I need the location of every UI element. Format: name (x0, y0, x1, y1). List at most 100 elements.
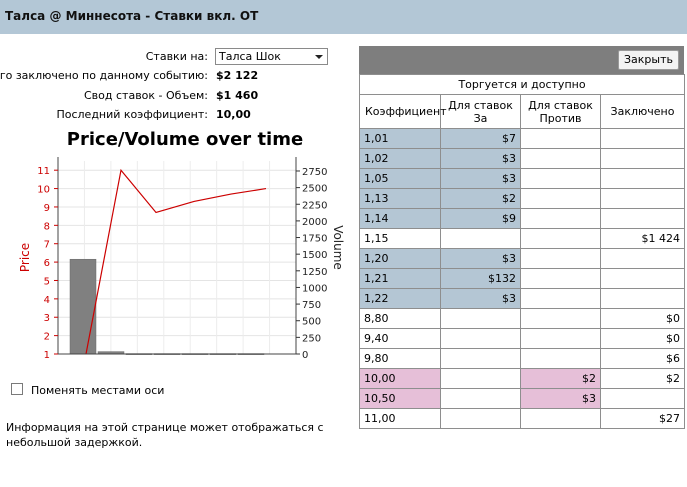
lay-amount-cell (520, 168, 601, 189)
volume-tick-label: 1000 (302, 283, 327, 294)
odds-cell: 1,15 (359, 228, 441, 249)
lay-amount-cell: $3 (520, 388, 601, 409)
matched-amount-cell (600, 248, 685, 269)
lay-amount-cell (520, 408, 601, 429)
price-tick-label: 2 (44, 332, 50, 343)
column-header-matched: Заключено (600, 94, 685, 129)
volume-tick-label: 0 (302, 350, 308, 361)
odds-cell: 1,05 (359, 168, 441, 189)
lay-amount-cell (520, 208, 601, 229)
price-tick-label: 4 (44, 295, 50, 306)
lay-amount-cell (520, 128, 601, 149)
odds-cell: 11,00 (359, 408, 441, 429)
volume-tick-label: 1750 (302, 234, 327, 245)
table-row: 1,05 $3 (359, 168, 685, 189)
price-tick-label: 5 (44, 276, 50, 287)
matched-amount-cell (600, 208, 685, 229)
volume-tick-label: 1250 (302, 267, 327, 278)
volume-axis-label: Volume (331, 225, 345, 270)
lay-amount-cell (520, 228, 601, 249)
table-row: 11,00 $27 (359, 408, 685, 429)
swap-axes-label: Поменять местами оси (31, 384, 165, 397)
price-tick-label: 8 (44, 221, 50, 232)
odds-cell: 8,80 (359, 308, 441, 329)
back-amount-cell (440, 368, 521, 389)
lay-amount-cell (520, 328, 601, 349)
volume-tick-label: 500 (302, 317, 321, 328)
back-amount-cell (440, 228, 521, 249)
table-row: 1,02 $3 (359, 148, 685, 169)
matched-amount-cell (600, 128, 685, 149)
odds-cell: 9,80 (359, 348, 441, 369)
bets-on-label: Ставки на: (145, 50, 208, 63)
market-depth-table: Торгуется и доступно Коэффициент Для ста… (359, 74, 685, 429)
matched-amount-cell (600, 188, 685, 209)
window-title: Талса @ Миннесота - Ставки вкл. ОТ (5, 9, 259, 23)
price-volume-chart: 1 2 3 4 5 6 7 8 9 10 11 0 250 500 750 1000 1250 1500 1750 2… (18, 157, 345, 361)
matched-amount-cell (600, 168, 685, 189)
lay-amount-cell (520, 348, 601, 369)
odds-cell: 1,22 (359, 288, 441, 309)
lay-amount-cell (520, 248, 601, 269)
lay-amount-cell (520, 148, 601, 169)
lay-amount-cell (520, 188, 601, 209)
last-odds-label: Последний коэффициент: (56, 108, 208, 121)
market-panel-header: Закрыть (359, 46, 684, 74)
matched-amount-cell (600, 288, 685, 309)
close-button[interactable]: Закрыть (618, 50, 679, 70)
column-header-odds: Коэффициент (359, 94, 447, 129)
price-tick-label: 6 (44, 258, 50, 269)
odds-cell: 1,01 (359, 128, 441, 149)
table-row: 9,80 $6 (359, 348, 685, 369)
table-row: 1,21 $132 (359, 268, 685, 289)
column-header-lay: Для ставок Против (520, 94, 601, 129)
price-axis-label: Price (18, 243, 32, 272)
odds-cell: 1,14 (359, 208, 441, 229)
lay-amount-cell (520, 308, 601, 329)
odds-cell: 9,40 (359, 328, 441, 349)
last-odds-value: 10,00 (216, 108, 251, 121)
chevron-down-icon (315, 55, 323, 59)
matched-amount-cell: $0 (600, 328, 685, 349)
table-row: 1,14 $9 (359, 208, 685, 229)
matched-amount-cell: $2 (600, 368, 685, 389)
back-amount-cell (440, 328, 521, 349)
price-tick-label: 3 (44, 313, 50, 324)
volume-value: $1 460 (216, 89, 259, 102)
back-amount-cell: $132 (440, 268, 521, 289)
selection-dropdown[interactable]: Талса Шок (215, 48, 328, 65)
chart-title: Price/Volume over time (66, 129, 304, 150)
lay-amount-cell (520, 268, 601, 289)
back-amount-cell: $3 (440, 288, 521, 309)
total-matched-value: $2 122 (216, 69, 259, 82)
odds-cell: 1,13 (359, 188, 441, 209)
table-caption: Торгуется и доступно (359, 74, 685, 95)
swap-axes-checkbox[interactable] (11, 383, 23, 395)
volume-label: Свод ставок - Объем: (84, 89, 208, 102)
volume-bar (69, 258, 97, 355)
odds-cell: 10,50 (359, 388, 441, 409)
lay-amount-cell: $2 (520, 368, 601, 389)
table-row: 1,13 $2 (359, 188, 685, 209)
volume-tick-label: 2500 (302, 184, 327, 195)
price-tick-label: 1 (44, 350, 50, 361)
table-row: 1,15 $1 424 (359, 228, 685, 249)
matched-amount-cell: $27 (600, 408, 685, 429)
volume-tick-label: 1500 (302, 250, 327, 261)
matched-amount-cell (600, 388, 685, 409)
back-amount-cell: $2 (440, 188, 521, 209)
price-tick-label: 11 (37, 166, 50, 177)
table-row: 1,01 $7 (359, 128, 685, 149)
back-amount-cell (440, 348, 521, 369)
column-header-back: Для ставок За (440, 94, 521, 129)
back-amount-cell: $3 (440, 168, 521, 189)
matched-amount-cell (600, 148, 685, 169)
back-amount-cell: $9 (440, 208, 521, 229)
selection-dropdown-value: Талса Шок (219, 50, 281, 63)
odds-cell: 1,21 (359, 268, 441, 289)
table-row: 10,50 $3 (359, 388, 685, 409)
odds-cell: 10,00 (359, 368, 441, 389)
back-amount-cell: $3 (440, 148, 521, 169)
price-tick-label: 7 (44, 240, 50, 251)
matched-amount-cell: $1 424 (600, 228, 685, 249)
